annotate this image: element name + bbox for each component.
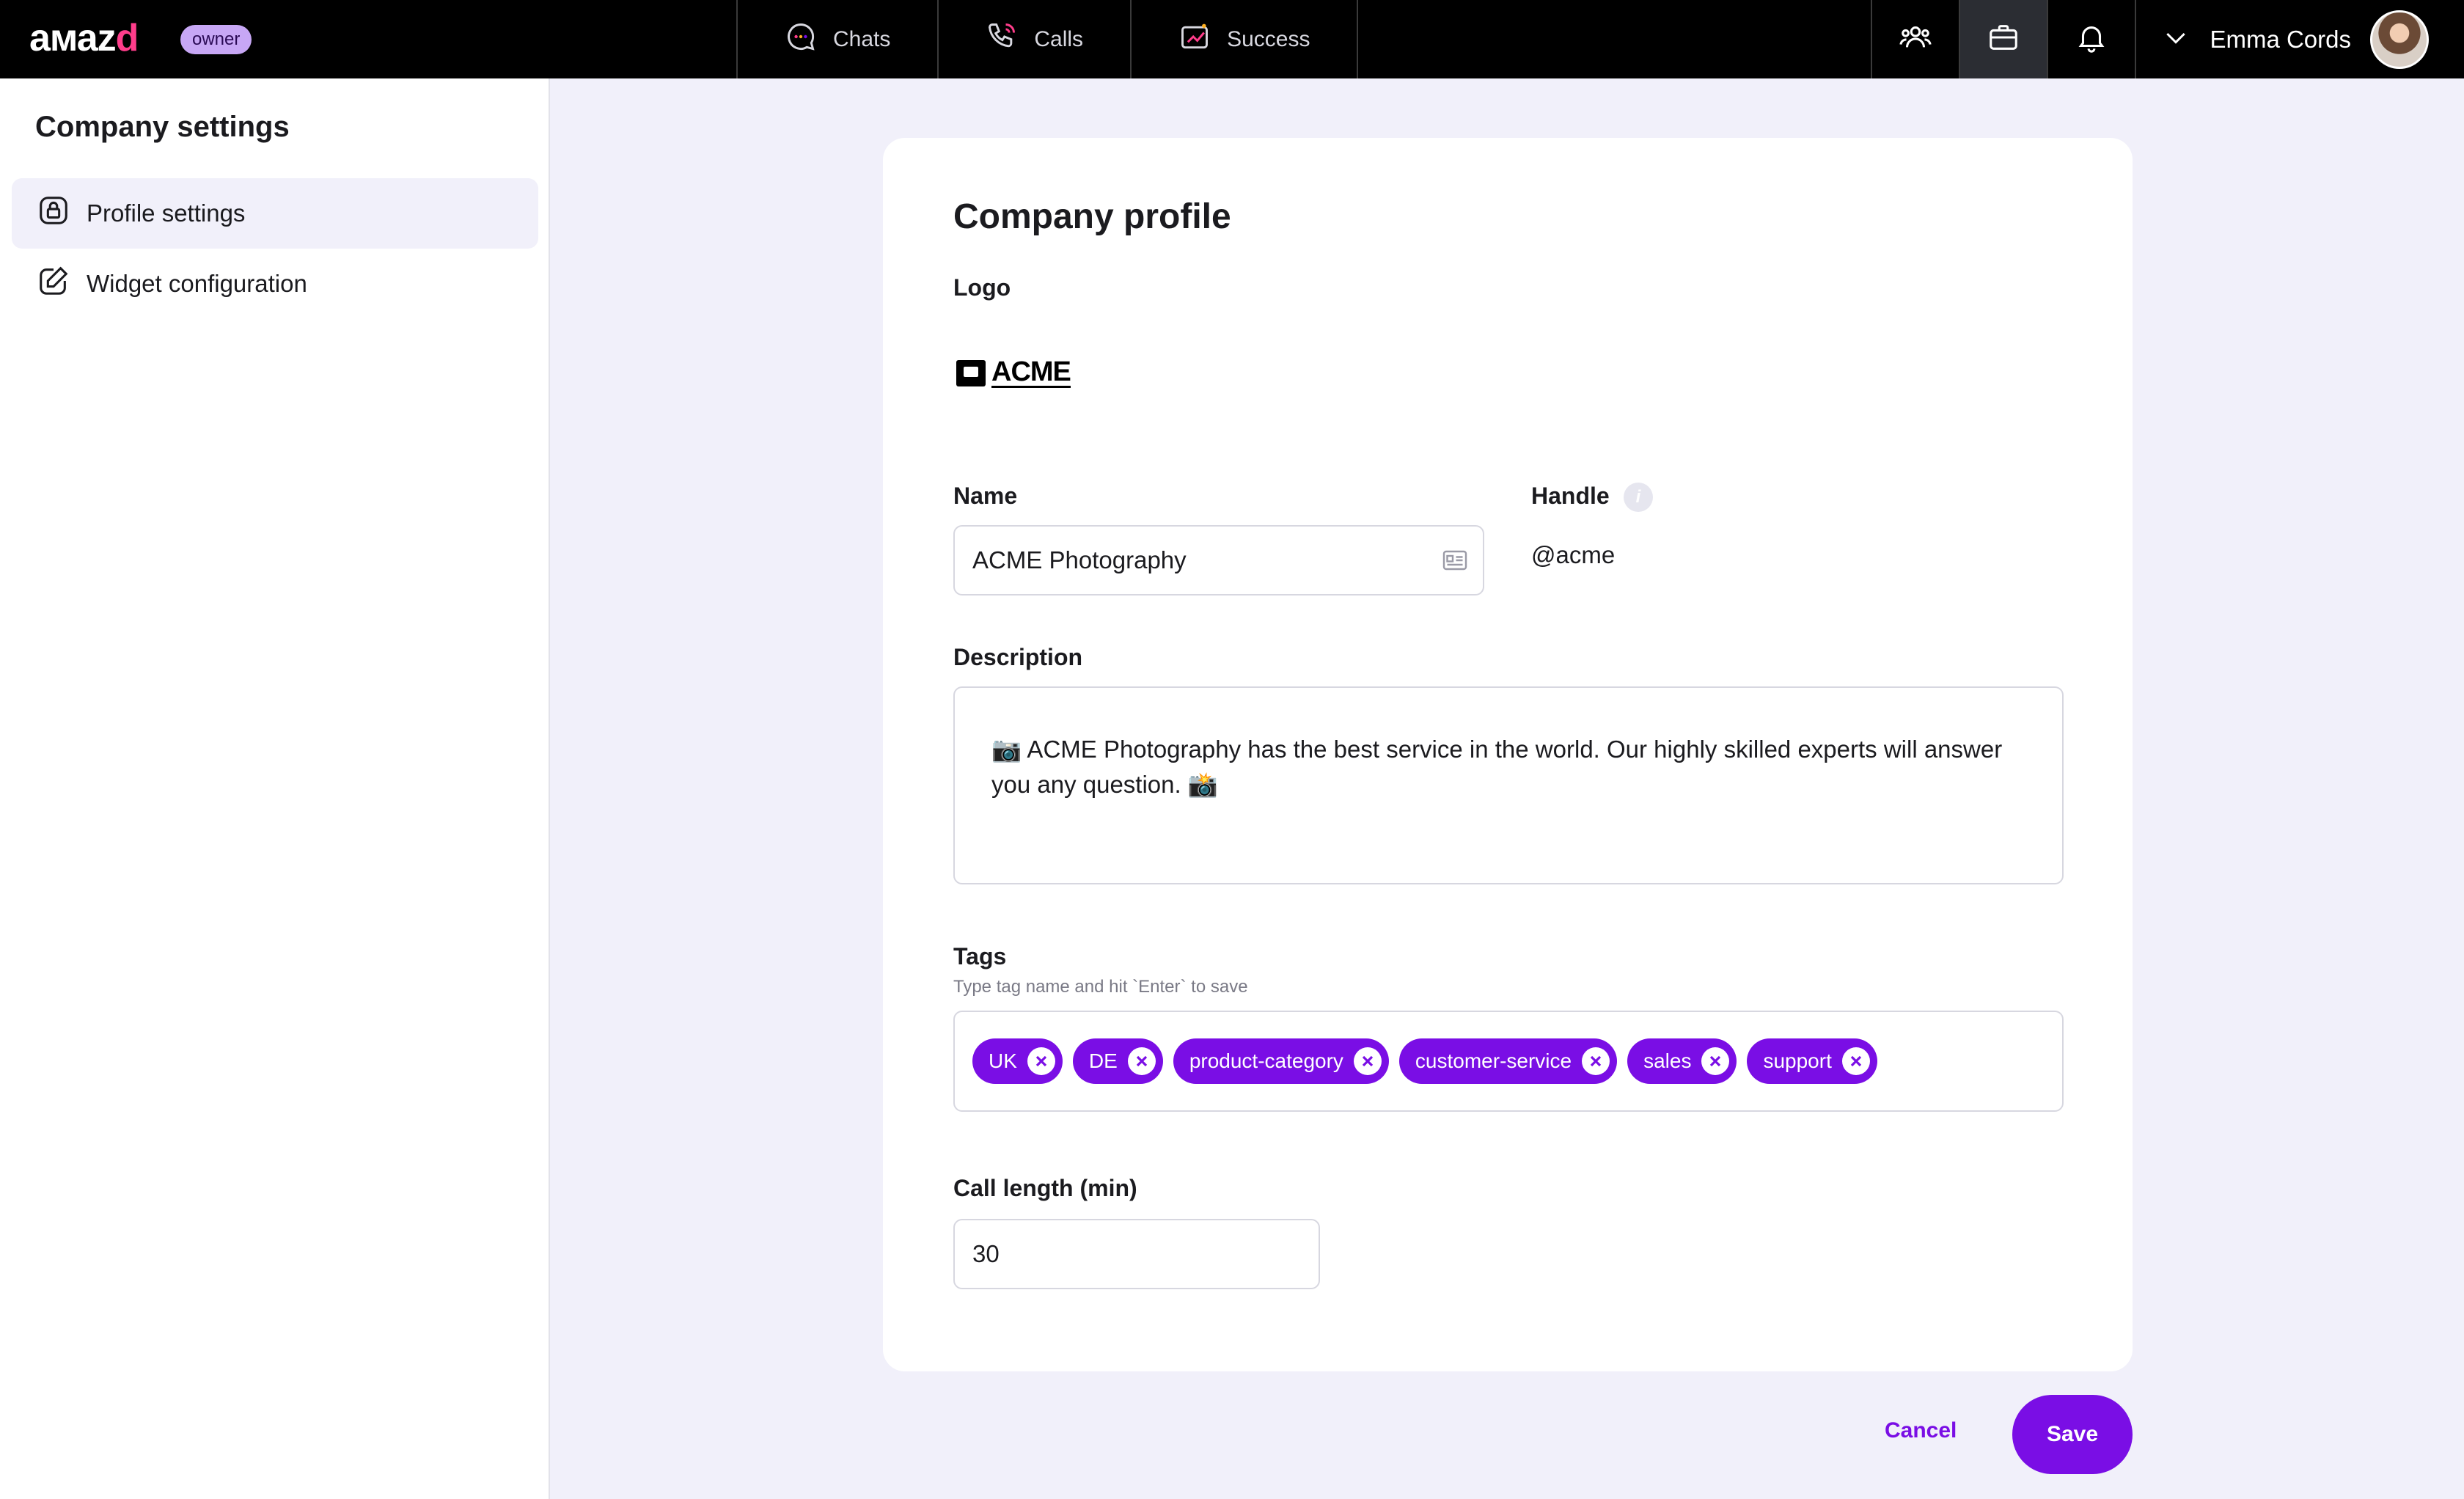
chat-bubble-icon bbox=[785, 21, 817, 59]
avatar bbox=[2370, 10, 2429, 69]
tab-label: Calls bbox=[1034, 26, 1084, 51]
tag-label: support bbox=[1763, 1049, 1832, 1072]
call-length-value: 30 bbox=[972, 1240, 1000, 1267]
tag-chip: customer-service bbox=[1398, 1038, 1618, 1084]
main-nav: Chats Calls Success bbox=[736, 0, 1359, 78]
name-input[interactable]: ACME Photography bbox=[953, 525, 1484, 595]
sidebar-item-label: Profile settings bbox=[87, 199, 246, 227]
success-chart-icon bbox=[1178, 21, 1211, 59]
user-menu[interactable]: Emma Cords bbox=[2135, 0, 2464, 78]
remove-tag-icon[interactable] bbox=[1353, 1047, 1382, 1075]
remove-tag-icon[interactable] bbox=[1701, 1047, 1730, 1075]
users-button[interactable] bbox=[1871, 0, 1959, 78]
lock-icon bbox=[37, 194, 70, 233]
edit-icon bbox=[37, 264, 70, 304]
tags-label: Tags bbox=[953, 943, 1007, 970]
save-button[interactable]: Save bbox=[2012, 1395, 2133, 1474]
remove-tag-icon[interactable] bbox=[1127, 1047, 1156, 1075]
tag-label: customer-service bbox=[1415, 1049, 1572, 1072]
tab-calls[interactable]: Calls bbox=[939, 0, 1132, 78]
description-textarea[interactable]: 📷 ACME Photography has the best service … bbox=[953, 686, 2064, 884]
tag-label: product-category bbox=[1189, 1049, 1343, 1072]
company-logo[interactable]: ACME bbox=[956, 358, 1071, 388]
tag-chip: UK bbox=[972, 1038, 1063, 1084]
chevron-down-icon bbox=[2161, 23, 2190, 56]
sidebar-item-widget-configuration[interactable]: Widget configuration bbox=[12, 249, 538, 319]
company-logo-text: ACME bbox=[991, 356, 1071, 388]
settings-sidebar: Company settings Profile settings Widget… bbox=[0, 78, 550, 1499]
tab-label: Chats bbox=[833, 26, 891, 51]
sidebar-item-label: Widget configuration bbox=[87, 270, 307, 297]
user-name: Emma Cords bbox=[2210, 25, 2351, 53]
sidebar-item-profile-settings[interactable]: Profile settings bbox=[12, 178, 538, 249]
tag-chip: support bbox=[1747, 1038, 1877, 1084]
cancel-button[interactable]: Cancel bbox=[1885, 1418, 1957, 1443]
tab-label: Success bbox=[1227, 26, 1310, 51]
role-badge: owner bbox=[180, 25, 252, 54]
page-title: Company profile bbox=[953, 197, 1231, 236]
remove-tag-icon[interactable] bbox=[1027, 1047, 1055, 1075]
phone-icon bbox=[986, 21, 1018, 59]
company-profile-card: Company profile Logo ACME Name ACME Phot… bbox=[883, 138, 2133, 1371]
tag-chip: product-category bbox=[1173, 1038, 1389, 1084]
toolbar: Emma Cords bbox=[1871, 0, 2464, 78]
tag-label: sales bbox=[1643, 1049, 1692, 1072]
camera-logo-icon bbox=[956, 359, 986, 386]
amazd-logo[interactable]: aмаzd bbox=[29, 16, 139, 60]
bell-icon bbox=[2075, 21, 2108, 58]
briefcase-icon bbox=[1987, 21, 2020, 58]
tab-chats[interactable]: Chats bbox=[738, 0, 939, 78]
company-settings-button[interactable] bbox=[1959, 0, 2047, 78]
description-label: Description bbox=[953, 644, 1083, 670]
tag-chip: sales bbox=[1627, 1038, 1737, 1084]
notifications-button[interactable] bbox=[2047, 0, 2135, 78]
tags-input[interactable]: UK DE product-category customer-service … bbox=[953, 1011, 2064, 1112]
tag-label: DE bbox=[1088, 1049, 1118, 1072]
handle-value: @acme bbox=[1531, 541, 1616, 568]
users-icon bbox=[1899, 21, 1932, 58]
remove-tag-icon[interactable] bbox=[1582, 1047, 1610, 1075]
handle-label: Handle bbox=[1531, 483, 1610, 509]
top-bar: aмаzd owner Chats Calls Success Emma Cor… bbox=[0, 0, 2464, 78]
tab-success[interactable]: Success bbox=[1132, 0, 1359, 78]
call-length-label: Call length (min) bbox=[953, 1175, 1137, 1201]
info-icon[interactable]: i bbox=[1624, 483, 1653, 512]
call-length-input[interactable]: 30 bbox=[953, 1219, 1320, 1289]
tag-label: UK bbox=[989, 1049, 1017, 1072]
remove-tag-icon[interactable] bbox=[1841, 1047, 1870, 1075]
name-value: ACME Photography bbox=[972, 546, 1187, 573]
tag-chip: DE bbox=[1072, 1038, 1163, 1084]
sidebar-title: Company settings bbox=[35, 111, 290, 143]
logo-label: Logo bbox=[953, 274, 1011, 301]
tags-hint: Type tag name and hit `Enter` to save bbox=[953, 977, 1248, 997]
name-label: Name bbox=[953, 483, 1018, 509]
